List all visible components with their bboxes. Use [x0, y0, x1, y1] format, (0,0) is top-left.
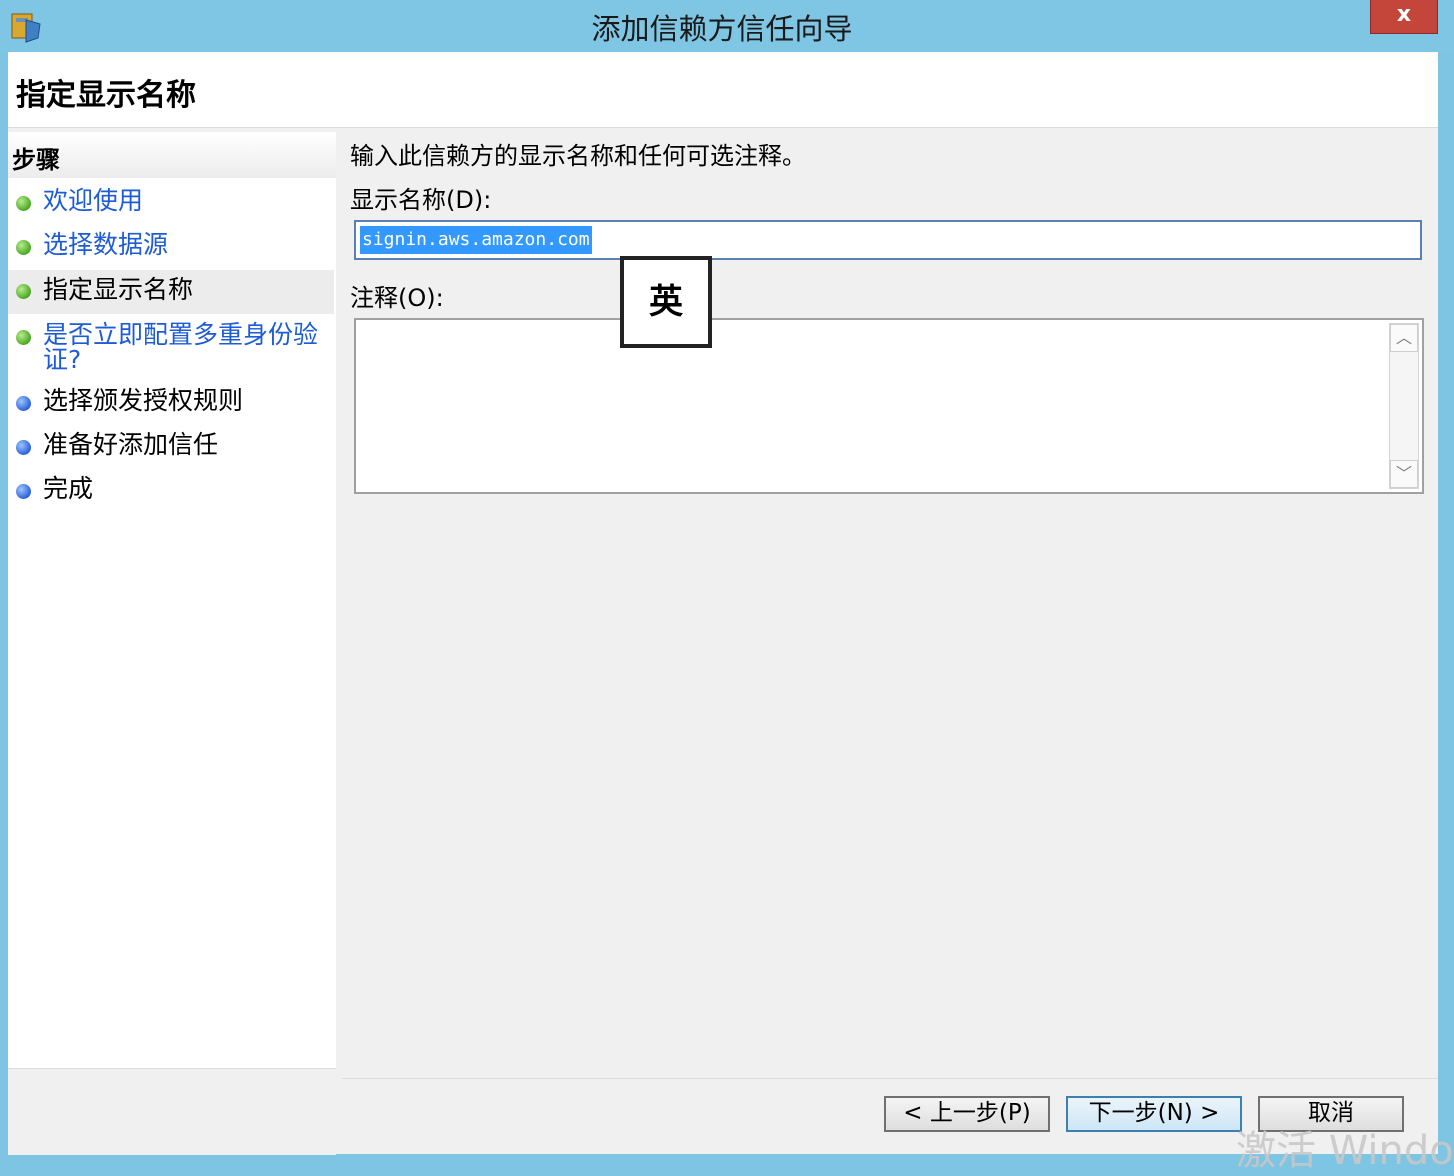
display-name-input[interactable]: signin.aws.amazon.com	[354, 220, 1422, 260]
status-current-icon	[16, 284, 31, 299]
steps-panel: 步骤 欢迎使用 选择数据源 指定显示名称 是否立即配置多重身份验证? 选择颁发授…	[8, 132, 336, 1068]
activation-watermark: 激活 Windo	[1236, 1128, 1454, 1174]
content-panel: 输入此信赖方的显示名称和任何可选注释。 显示名称(D): signin.aws.…	[342, 132, 1438, 1154]
step-welcome[interactable]: 欢迎使用	[8, 188, 334, 218]
next-button[interactable]: 下一步(N) >	[1066, 1096, 1242, 1132]
step-finish: 完成	[8, 476, 334, 506]
status-done-icon	[16, 330, 31, 345]
notes-textarea[interactable]: ︿ ﹀	[354, 318, 1424, 494]
step-label[interactable]: 是否立即配置多重身份验证?	[43, 322, 328, 372]
notes-label: 注释(O):	[350, 284, 444, 312]
scroll-up-icon[interactable]: ︿	[1390, 324, 1418, 352]
steps-heading: 步骤	[8, 132, 336, 178]
notes-scrollbar[interactable]: ︿ ﹀	[1389, 323, 1419, 489]
scroll-down-icon[interactable]: ﹀	[1390, 460, 1418, 488]
step-label: 指定显示名称	[43, 275, 194, 304]
status-pending-icon	[16, 396, 31, 411]
step-label[interactable]: 欢迎使用	[43, 188, 328, 213]
status-pending-icon	[16, 440, 31, 455]
page-title: 指定显示名称	[16, 78, 196, 113]
ime-indicator: 英	[620, 256, 712, 348]
intro-text: 输入此信赖方的显示名称和任何可选注释。	[350, 142, 806, 170]
step-issuance-rules: 选择颁发授权规则	[8, 388, 334, 418]
title-bar: 添加信赖方信任向导 x	[0, 0, 1454, 52]
step-specify-display-name: 指定显示名称	[8, 270, 334, 314]
steps-footer	[8, 1068, 336, 1155]
display-name-value[interactable]: signin.aws.amazon.com	[360, 226, 592, 254]
close-button[interactable]: x	[1370, 0, 1438, 34]
step-label: 准备好添加信任	[43, 430, 219, 459]
status-done-icon	[16, 240, 31, 255]
display-name-label: 显示名称(D):	[350, 186, 492, 214]
wizard-frame: 指定显示名称 步骤 欢迎使用 选择数据源 指定显示名称 是否立即配置多重身份验证…	[8, 52, 1438, 1155]
window-title: 添加信赖方信任向导	[591, 12, 853, 46]
back-button[interactable]: < 上一步(P)	[884, 1096, 1050, 1132]
step-label: 选择颁发授权规则	[43, 386, 244, 415]
step-label[interactable]: 选择数据源	[43, 232, 328, 257]
footer-divider	[342, 1078, 1438, 1079]
step-select-data-source[interactable]: 选择数据源	[8, 232, 334, 262]
wizard-header: 指定显示名称	[8, 52, 1438, 128]
step-configure-mfa[interactable]: 是否立即配置多重身份验证?	[8, 322, 334, 376]
steps-heading-label: 步骤	[12, 146, 60, 174]
status-done-icon	[16, 196, 31, 211]
step-label: 完成	[43, 474, 94, 503]
step-ready-to-add: 准备好添加信任	[8, 432, 334, 462]
status-pending-icon	[16, 484, 31, 499]
